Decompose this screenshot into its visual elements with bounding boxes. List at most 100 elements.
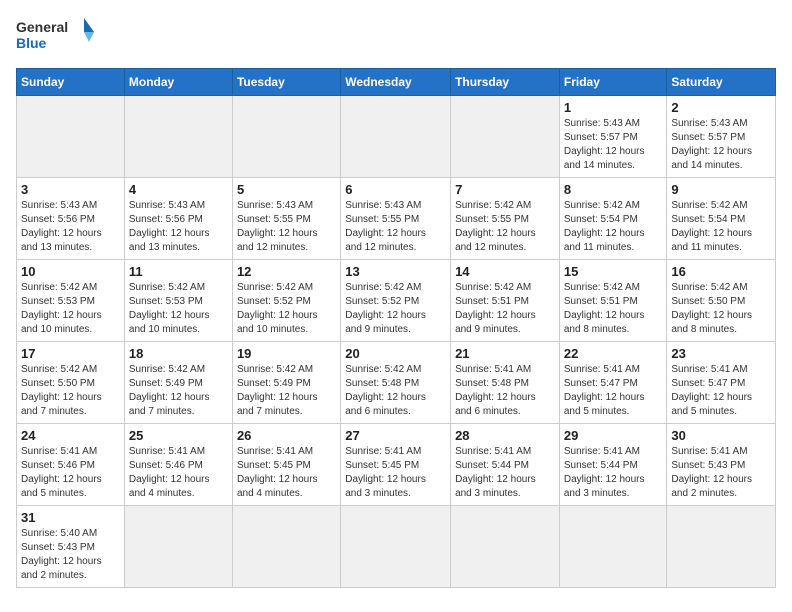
calendar-cell: 30 Sunrise: 5:41 AM Sunset: 5:43 PM Dayli… <box>667 424 776 506</box>
calendar-cell <box>451 506 560 588</box>
day-info: Sunrise: 5:41 AM Sunset: 5:46 PM Dayligh… <box>129 445 228 501</box>
calendar-cell: 16Sunrise: 5:42 AM Sunset: 5:50 PM Dayli… <box>667 260 776 342</box>
day-info: Sunrise: 5:42 AM Sunset: 5:54 PM Dayligh… <box>564 199 663 255</box>
calendar-cell: 15Sunrise: 5:42 AM Sunset: 5:51 PM Dayli… <box>559 260 667 342</box>
day-info: Sunrise: 5:41 AM Sunset: 5:45 PM Dayligh… <box>345 445 446 501</box>
calendar-cell: 3 Sunrise: 5:43 AM Sunset: 5:56 PM Daylig… <box>17 178 125 260</box>
calendar-cell <box>559 506 667 588</box>
day-number: 20 <box>345 346 446 361</box>
weekday-header-saturday: Saturday <box>667 69 776 96</box>
day-info: Sunrise: 5:41 AM Sunset: 5:44 PM Dayligh… <box>455 445 555 501</box>
day-info: Sunrise: 5:42 AM Sunset: 5:52 PM Dayligh… <box>237 281 336 337</box>
day-number: 28 <box>455 428 555 443</box>
calendar-cell: 21Sunrise: 5:41 AM Sunset: 5:48 PM Dayli… <box>451 342 560 424</box>
calendar-cell: 9 Sunrise: 5:42 AM Sunset: 5:54 PM Daylig… <box>667 178 776 260</box>
calendar-week-row: 31Sunrise: 5:40 AM Sunset: 5:43 PM Dayli… <box>17 506 776 588</box>
calendar-cell: 23Sunrise: 5:41 AM Sunset: 5:47 PM Dayli… <box>667 342 776 424</box>
day-info: Sunrise: 5:42 AM Sunset: 5:54 PM Dayligh… <box>671 199 771 255</box>
weekday-header-friday: Friday <box>559 69 667 96</box>
day-number: 15 <box>564 264 663 279</box>
calendar-cell: 24Sunrise: 5:41 AM Sunset: 5:46 PM Dayli… <box>17 424 125 506</box>
day-info: Sunrise: 5:43 AM Sunset: 5:56 PM Dayligh… <box>129 199 228 255</box>
calendar-cell <box>232 506 340 588</box>
calendar-cell <box>451 96 560 178</box>
day-info: Sunrise: 5:42 AM Sunset: 5:49 PM Dayligh… <box>237 363 336 419</box>
day-number: 27 <box>345 428 446 443</box>
calendar-cell <box>124 96 232 178</box>
day-info: Sunrise: 5:41 AM Sunset: 5:44 PM Dayligh… <box>564 445 663 501</box>
day-number: 9 <box>671 182 771 197</box>
day-info: Sunrise: 5:43 AM Sunset: 5:57 PM Dayligh… <box>671 117 771 173</box>
calendar-table: SundayMondayTuesdayWednesdayThursdayFrid… <box>16 68 776 588</box>
logo: General Blue <box>16 16 96 56</box>
day-info: Sunrise: 5:41 AM Sunset: 5:47 PM Dayligh… <box>671 363 771 419</box>
day-info: Sunrise: 5:42 AM Sunset: 5:49 PM Dayligh… <box>129 363 228 419</box>
weekday-header-thursday: Thursday <box>451 69 560 96</box>
calendar-cell: 5 Sunrise: 5:43 AM Sunset: 5:55 PM Daylig… <box>232 178 340 260</box>
day-number: 2 <box>671 100 771 115</box>
day-info: Sunrise: 5:43 AM Sunset: 5:55 PM Dayligh… <box>237 199 336 255</box>
day-info: Sunrise: 5:42 AM Sunset: 5:52 PM Dayligh… <box>345 281 446 337</box>
day-info: Sunrise: 5:43 AM Sunset: 5:56 PM Dayligh… <box>21 199 120 255</box>
day-info: Sunrise: 5:42 AM Sunset: 5:48 PM Dayligh… <box>345 363 446 419</box>
day-info: Sunrise: 5:41 AM Sunset: 5:43 PM Dayligh… <box>671 445 771 501</box>
day-info: Sunrise: 5:43 AM Sunset: 5:55 PM Dayligh… <box>345 199 446 255</box>
calendar-week-row: 10Sunrise: 5:42 AM Sunset: 5:53 PM Dayli… <box>17 260 776 342</box>
calendar-cell: 7Sunrise: 5:42 AM Sunset: 5:55 PM Daylig… <box>451 178 560 260</box>
generalblue-logo-icon: General Blue <box>16 16 96 56</box>
day-number: 22 <box>564 346 663 361</box>
weekday-header-monday: Monday <box>124 69 232 96</box>
calendar-cell: 4 Sunrise: 5:43 AM Sunset: 5:56 PM Daylig… <box>124 178 232 260</box>
weekday-header-sunday: Sunday <box>17 69 125 96</box>
day-number: 13 <box>345 264 446 279</box>
day-info: Sunrise: 5:42 AM Sunset: 5:50 PM Dayligh… <box>21 363 120 419</box>
day-number: 8 <box>564 182 663 197</box>
calendar-cell: 20 Sunrise: 5:42 AM Sunset: 5:48 PM Dayli… <box>341 342 451 424</box>
calendar-cell: 17 Sunrise: 5:42 AM Sunset: 5:50 PM Dayli… <box>17 342 125 424</box>
day-info: Sunrise: 5:43 AM Sunset: 5:57 PM Dayligh… <box>564 117 663 173</box>
day-number: 25 <box>129 428 228 443</box>
calendar-cell: 22Sunrise: 5:41 AM Sunset: 5:47 PM Dayli… <box>559 342 667 424</box>
calendar-cell: 29 Sunrise: 5:41 AM Sunset: 5:44 PM Dayli… <box>559 424 667 506</box>
calendar-cell <box>232 96 340 178</box>
day-number: 4 <box>129 182 228 197</box>
day-number: 10 <box>21 264 120 279</box>
day-number: 16 <box>671 264 771 279</box>
calendar-week-row: 3 Sunrise: 5:43 AM Sunset: 5:56 PM Daylig… <box>17 178 776 260</box>
day-number: 17 <box>21 346 120 361</box>
calendar-cell <box>341 96 451 178</box>
weekday-header-wednesday: Wednesday <box>341 69 451 96</box>
calendar-cell: 31Sunrise: 5:40 AM Sunset: 5:43 PM Dayli… <box>17 506 125 588</box>
calendar-week-row: 24Sunrise: 5:41 AM Sunset: 5:46 PM Dayli… <box>17 424 776 506</box>
page-header: General Blue <box>16 16 776 56</box>
day-info: Sunrise: 5:41 AM Sunset: 5:48 PM Dayligh… <box>455 363 555 419</box>
svg-text:Blue: Blue <box>16 35 47 51</box>
day-info: Sunrise: 5:42 AM Sunset: 5:51 PM Dayligh… <box>455 281 555 337</box>
calendar-cell: 26 Sunrise: 5:41 AM Sunset: 5:45 PM Dayli… <box>232 424 340 506</box>
day-number: 18 <box>129 346 228 361</box>
calendar-cell: 12 Sunrise: 5:42 AM Sunset: 5:52 PM Dayli… <box>232 260 340 342</box>
day-number: 30 <box>671 428 771 443</box>
day-number: 26 <box>237 428 336 443</box>
calendar-cell: 2 Sunrise: 5:43 AM Sunset: 5:57 PM Daylig… <box>667 96 776 178</box>
calendar-cell <box>341 506 451 588</box>
day-number: 6 <box>345 182 446 197</box>
day-number: 5 <box>237 182 336 197</box>
calendar-cell <box>17 96 125 178</box>
calendar-cell <box>124 506 232 588</box>
calendar-cell: 27 Sunrise: 5:41 AM Sunset: 5:45 PM Dayli… <box>341 424 451 506</box>
calendar-cell <box>667 506 776 588</box>
day-number: 3 <box>21 182 120 197</box>
calendar-cell: 14Sunrise: 5:42 AM Sunset: 5:51 PM Dayli… <box>451 260 560 342</box>
calendar-cell: 6 Sunrise: 5:43 AM Sunset: 5:55 PM Daylig… <box>341 178 451 260</box>
day-number: 29 <box>564 428 663 443</box>
calendar-cell: 8 Sunrise: 5:42 AM Sunset: 5:54 PM Daylig… <box>559 178 667 260</box>
day-info: Sunrise: 5:42 AM Sunset: 5:55 PM Dayligh… <box>455 199 555 255</box>
day-info: Sunrise: 5:41 AM Sunset: 5:45 PM Dayligh… <box>237 445 336 501</box>
calendar-cell: 19 Sunrise: 5:42 AM Sunset: 5:49 PM Dayli… <box>232 342 340 424</box>
day-info: Sunrise: 5:41 AM Sunset: 5:46 PM Dayligh… <box>21 445 120 501</box>
day-number: 19 <box>237 346 336 361</box>
calendar-cell: 10Sunrise: 5:42 AM Sunset: 5:53 PM Dayli… <box>17 260 125 342</box>
calendar-cell: 13 Sunrise: 5:42 AM Sunset: 5:52 PM Dayli… <box>341 260 451 342</box>
day-number: 12 <box>237 264 336 279</box>
